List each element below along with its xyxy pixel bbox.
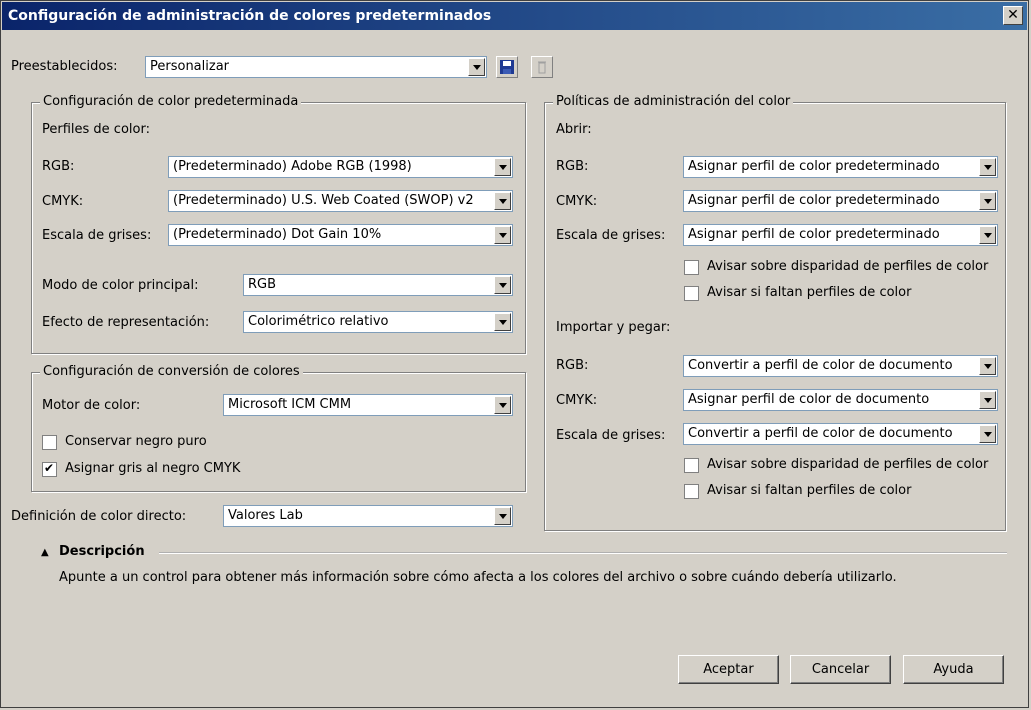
- chevron-down-icon: [979, 158, 996, 176]
- cmyk-profile-label: CMYK:: [42, 194, 84, 209]
- color-profiles-label: Perfiles de color:: [42, 122, 150, 137]
- rgb-profile-select[interactable]: (Predeterminado) Adobe RGB (1998): [168, 156, 513, 178]
- import-cmyk-label: CMYK:: [556, 393, 598, 408]
- description-divider: [159, 552, 1007, 554]
- map-gray-label: Asignar gris al negro CMYK: [65, 461, 241, 476]
- color-engine-label: Motor de color:: [42, 398, 141, 413]
- presets-select[interactable]: Personalizar: [145, 56, 487, 78]
- preserve-black-checkbox[interactable]: [42, 435, 57, 450]
- map-gray-checkbox[interactable]: [42, 461, 57, 477]
- chevron-down-icon: [979, 192, 996, 210]
- dialog-window: Configuración de administración de color…: [0, 0, 1029, 708]
- presets-label: Preestablecidos:: [11, 59, 118, 74]
- import-warn-missing-label: Avisar si faltan perfiles de color: [707, 483, 912, 498]
- save-preset-button[interactable]: [496, 56, 518, 78]
- import-gray-select[interactable]: Convertir a perfil de color de documento: [683, 423, 998, 445]
- description-toggle-icon[interactable]: ▲: [41, 544, 49, 562]
- chevron-down-icon: [468, 58, 485, 76]
- gray-profile-select[interactable]: (Predeterminado) Dot Gain 10%: [168, 224, 513, 246]
- rendering-intent-select[interactable]: Colorimétrico relativo: [243, 311, 513, 333]
- chevron-down-icon: [494, 158, 511, 176]
- open-cmyk-select[interactable]: Asignar perfil de color predeterminado: [683, 190, 998, 212]
- help-button[interactable]: Ayuda: [903, 655, 1004, 684]
- import-warn-mismatch-label: Avisar sobre disparidad de perfiles de c…: [707, 457, 989, 472]
- window-title: Configuración de administración de color…: [8, 8, 492, 24]
- open-gray-label: Escala de grises:: [556, 228, 666, 243]
- open-cmyk-label: CMYK:: [556, 194, 598, 209]
- spot-color-label: Definición de color directo:: [11, 509, 187, 524]
- chevron-down-icon: [979, 357, 996, 375]
- chevron-down-icon: [979, 226, 996, 244]
- primary-mode-select[interactable]: RGB: [243, 274, 513, 296]
- conversion-legend: Configuración de conversión de colores: [40, 363, 303, 381]
- import-warn-missing-checkbox[interactable]: [684, 484, 699, 499]
- description-title: Descripción: [59, 544, 145, 559]
- open-warn-missing-checkbox[interactable]: [684, 286, 699, 301]
- import-rgb-select[interactable]: Convertir a perfil de color de documento: [683, 355, 998, 377]
- chevron-down-icon: [979, 425, 996, 443]
- ok-button[interactable]: Aceptar: [678, 655, 779, 684]
- chevron-down-icon: [494, 507, 511, 525]
- description-text: Apunte a un control para obtener más inf…: [59, 570, 897, 585]
- import-gray-label: Escala de grises:: [556, 428, 666, 443]
- chevron-down-icon: [494, 313, 511, 331]
- title-bar: Configuración de administración de color…: [2, 2, 1027, 30]
- open-warn-missing-label: Avisar si faltan perfiles de color: [707, 285, 912, 300]
- chevron-down-icon: [494, 396, 511, 414]
- import-rgb-label: RGB:: [556, 358, 589, 373]
- primary-mode-label: Modo de color principal:: [42, 278, 199, 293]
- color-engine-select[interactable]: Microsoft ICM CMM: [223, 394, 513, 416]
- preserve-black-label: Conservar negro puro: [65, 434, 207, 449]
- policies-legend: Políticas de administración del color: [553, 93, 794, 111]
- import-paste-label: Importar y pegar:: [556, 320, 671, 335]
- rendering-intent-label: Efecto de representación:: [42, 315, 210, 330]
- open-gray-select[interactable]: Asignar perfil de color predeterminado: [683, 224, 998, 246]
- rgb-profile-label: RGB:: [42, 159, 75, 174]
- gray-profile-label: Escala de grises:: [42, 228, 152, 243]
- spot-color-select[interactable]: Valores Lab: [223, 505, 513, 527]
- default-color-legend: Configuración de color predeterminada: [40, 93, 302, 111]
- close-button[interactable]: ✕: [1003, 6, 1023, 25]
- chevron-down-icon: [494, 192, 511, 210]
- cmyk-profile-select[interactable]: (Predeterminado) U.S. Web Coated (SWOP) …: [168, 190, 513, 212]
- chevron-down-icon: [494, 226, 511, 244]
- delete-preset-button[interactable]: [531, 56, 553, 78]
- open-label: Abrir:: [556, 122, 592, 137]
- chevron-down-icon: [494, 276, 511, 294]
- open-rgb-select[interactable]: Asignar perfil de color predeterminado: [683, 156, 998, 178]
- open-rgb-label: RGB:: [556, 159, 589, 174]
- save-icon: [500, 60, 514, 74]
- open-warn-mismatch-label: Avisar sobre disparidad de perfiles de c…: [707, 259, 989, 274]
- import-cmyk-select[interactable]: Asignar perfil de color de documento: [683, 389, 998, 411]
- trash-icon: [538, 61, 546, 74]
- open-warn-mismatch-checkbox[interactable]: [684, 260, 699, 275]
- import-warn-mismatch-checkbox[interactable]: [684, 458, 699, 473]
- chevron-down-icon: [979, 391, 996, 409]
- cancel-button[interactable]: Cancelar: [790, 655, 891, 684]
